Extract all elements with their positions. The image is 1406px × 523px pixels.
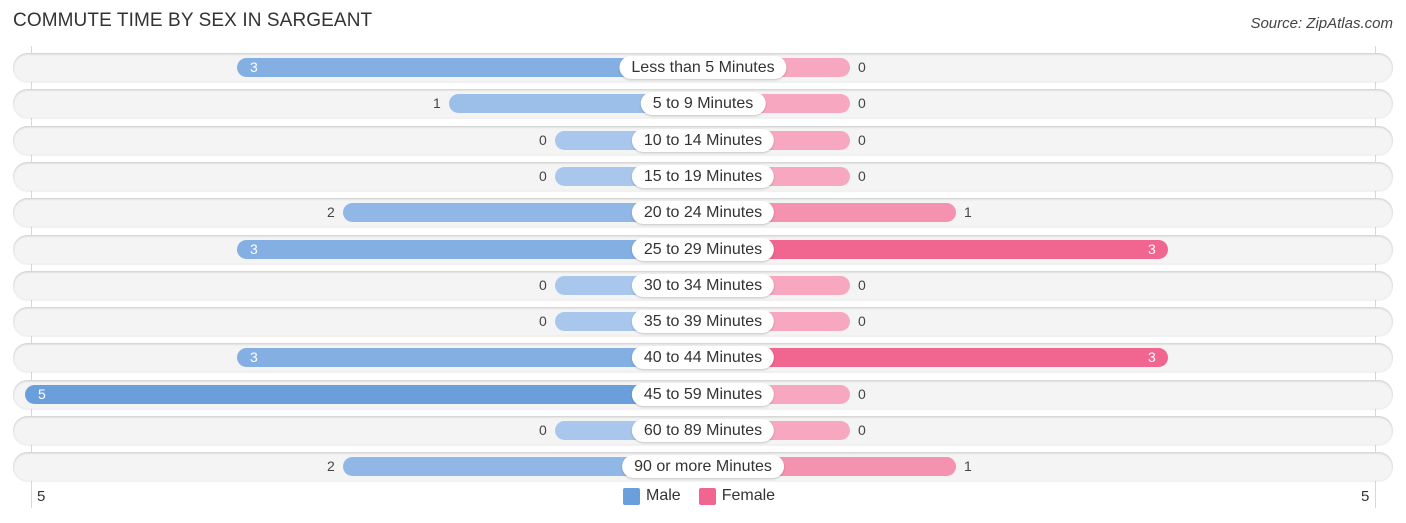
- category-label: 60 to 89 Minutes: [631, 419, 775, 442]
- category-label: 45 to 59 Minutes: [631, 382, 775, 406]
- source-label: Source: ZipAtlas.com: [1250, 15, 1393, 32]
- value-label-male: 0: [539, 131, 547, 148]
- value-label-male: 0: [539, 422, 547, 438]
- value-label-female: 3: [1148, 240, 1156, 257]
- category-label: 20 to 24 Minutes: [631, 201, 775, 225]
- value-label-female: 1: [964, 204, 972, 221]
- category-label: 40 to 44 Minutes: [631, 346, 775, 370]
- category-label: 25 to 29 Minutes: [631, 237, 775, 261]
- category-label: 35 to 39 Minutes: [631, 310, 775, 334]
- value-label-male: 0: [539, 167, 547, 184]
- legend-item-female[interactable]: Female: [698, 487, 776, 505]
- value-label-female: 0: [858, 95, 866, 112]
- category-label: 90 or more Minutes: [622, 455, 784, 479]
- value-label-male: 3: [250, 59, 258, 75]
- value-label-female: 1: [964, 458, 972, 475]
- value-label-female: 3: [1148, 349, 1156, 366]
- value-label-female: 0: [858, 313, 866, 330]
- value-label-female: 0: [858, 59, 866, 75]
- axis-tick-left: 5: [37, 488, 46, 505]
- legend-label-male: Male: [646, 487, 681, 504]
- value-label-male: 0: [539, 276, 547, 293]
- legend: Male Female: [623, 487, 775, 505]
- value-label-female: 0: [858, 422, 866, 438]
- value-label-female: 0: [858, 167, 866, 184]
- value-label-male: 0: [539, 313, 547, 330]
- value-label-female: 0: [858, 131, 866, 148]
- category-label: 10 to 14 Minutes: [631, 128, 775, 152]
- category-label: 5 to 9 Minutes: [640, 92, 766, 116]
- legend-swatch-female: [698, 487, 716, 505]
- legend-label-female: Female: [721, 487, 776, 504]
- category-label: 15 to 19 Minutes: [631, 164, 775, 188]
- value-label-male: 5: [38, 385, 46, 402]
- category-label: Less than 5 Minutes: [619, 56, 787, 79]
- legend-item-male[interactable]: Male: [623, 487, 681, 505]
- value-label-female: 0: [858, 385, 866, 402]
- axis-tick-right: 5: [1361, 488, 1370, 505]
- value-label-male: 2: [327, 458, 335, 475]
- value-label-male: 3: [250, 240, 258, 257]
- value-label-female: 0: [858, 276, 866, 293]
- value-label-male: 3: [250, 349, 258, 366]
- bar-male[interactable]: [25, 384, 703, 404]
- value-label-male: 2: [327, 204, 335, 221]
- legend-swatch-male: [623, 487, 640, 505]
- chart-title: COMMUTE TIME BY SEX IN SARGEANT: [13, 10, 373, 31]
- value-label-male: 1: [433, 95, 441, 112]
- category-label: 30 to 34 Minutes: [631, 273, 775, 297]
